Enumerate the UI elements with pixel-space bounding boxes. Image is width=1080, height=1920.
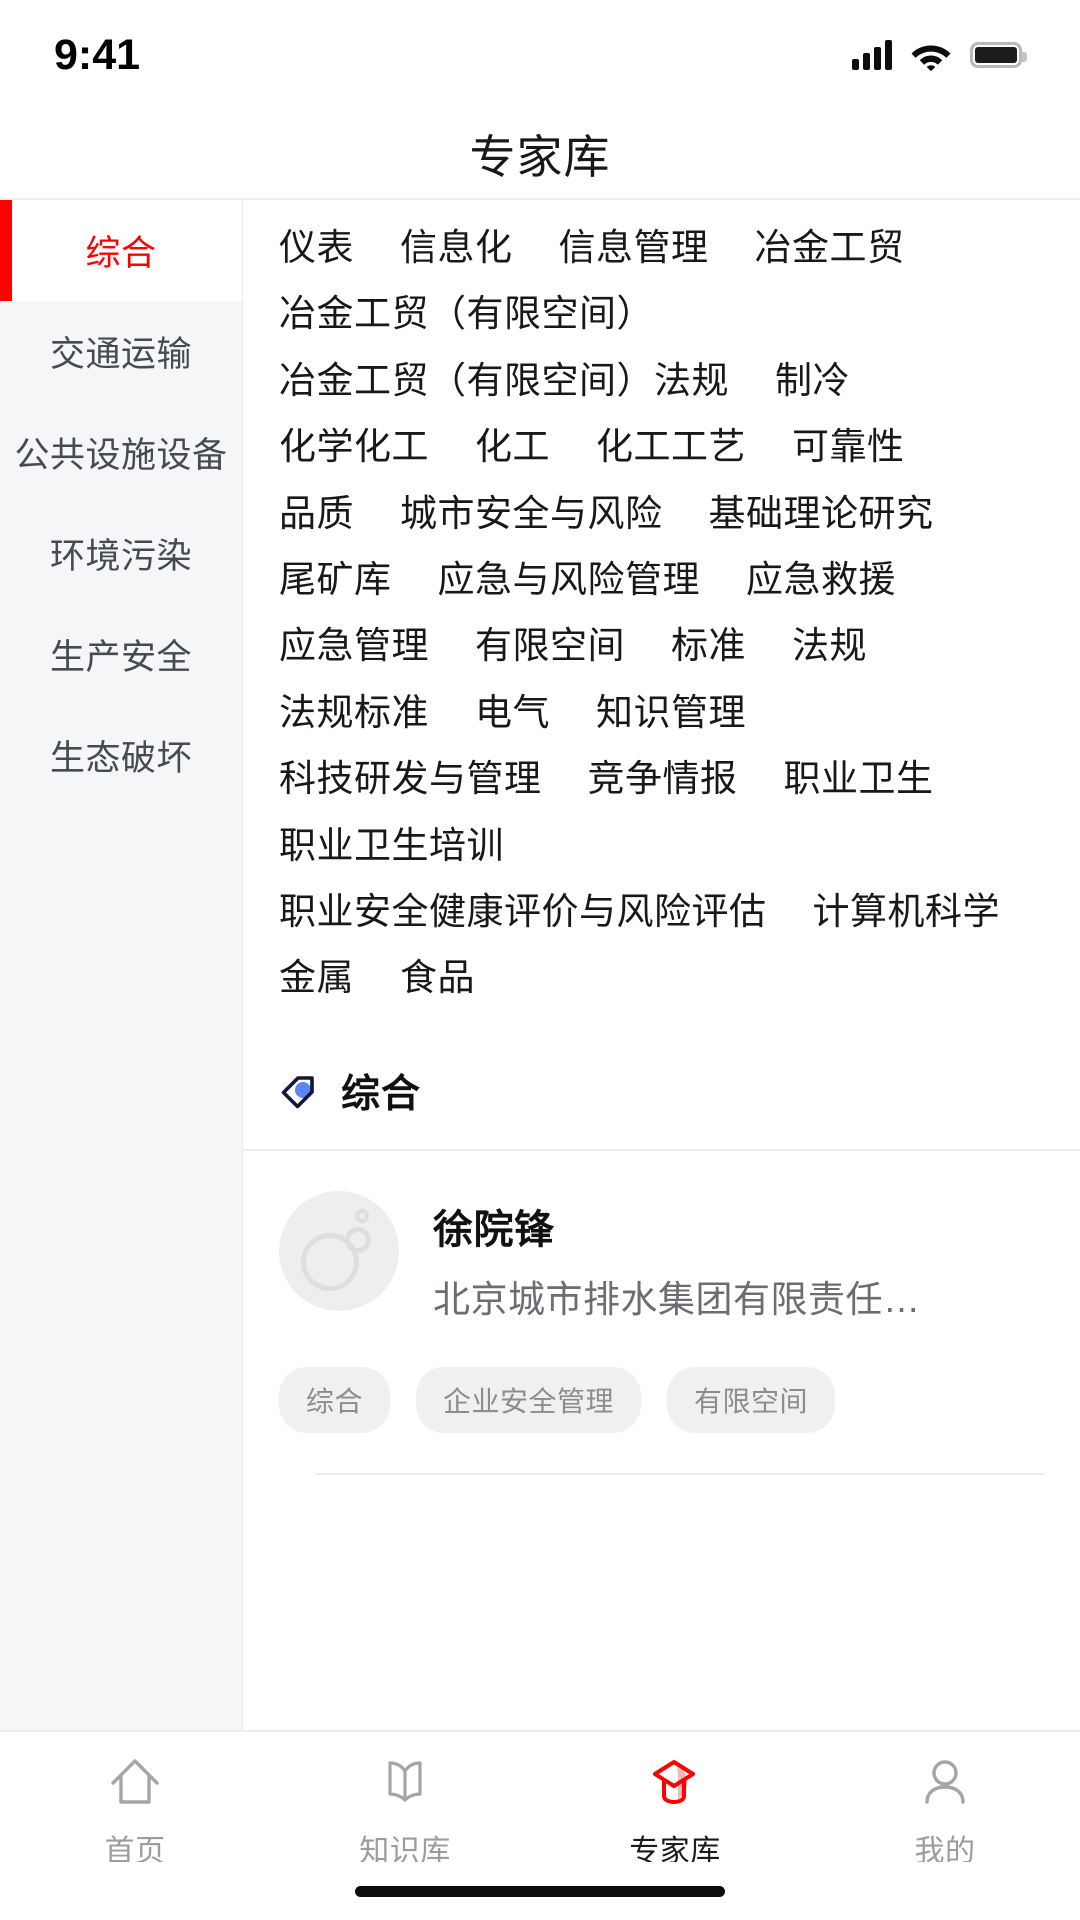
navigation-bar: 专家库: [0, 110, 1080, 200]
tag-chip[interactable]: 冶金工贸（有限空间）: [279, 292, 654, 336]
tag-row: 金属 食品: [279, 956, 1046, 1000]
tag-row: 品质 城市安全与风险 基础理论研究: [279, 492, 1046, 536]
tag-chip[interactable]: 冶金工贸（有限空间）法规: [279, 359, 729, 403]
tag-row: 冶金工贸（有限空间）法规 制冷: [279, 359, 1046, 403]
tag-chip[interactable]: 化工工艺: [596, 425, 746, 469]
tag-row: 职业卫生培训: [279, 824, 1046, 868]
sidebar-item-label: 生产安全: [49, 638, 192, 677]
category-sidebar[interactable]: 综合 交通运输 公共设施设备 环境污染 生产安全 生态破坏: [0, 200, 243, 1730]
sidebar-item-jiaotongyunshu[interactable]: 交通运输: [0, 301, 242, 402]
status-icons: [852, 39, 1027, 71]
sidebar-item-shengchananquan[interactable]: 生产安全: [0, 604, 242, 705]
tag-chip[interactable]: 标准: [671, 624, 746, 668]
content-area: 综合 交通运输 公共设施设备 环境污染 生产安全 生态破坏 仪表 信息化 信息管…: [0, 200, 1080, 1730]
tag-chip[interactable]: 食品: [400, 956, 475, 1000]
battery-full-icon: [970, 42, 1027, 68]
tag-chip[interactable]: 有限空间: [475, 624, 625, 668]
person-icon: [925, 1760, 965, 1804]
tag-chip[interactable]: 应急与风险管理: [438, 558, 701, 602]
expert-chip-list: 综合 企业安全管理 有限空间: [279, 1323, 1044, 1433]
tag-chip[interactable]: 应急救援: [746, 558, 896, 602]
tag-chip[interactable]: 可靠性: [792, 425, 905, 469]
tag-row: 尾矿库 应急与风险管理 应急救援: [279, 558, 1046, 602]
tag-chip[interactable]: 职业安全健康评价与风险评估: [279, 890, 767, 934]
tag-chip[interactable]: 冶金工贸: [755, 226, 905, 270]
tag-row: 应急管理 有限空间 标准 法规: [279, 624, 1046, 668]
tag-chip[interactable]: 职业卫生培训: [279, 824, 504, 868]
tag-chip[interactable]: 电气: [475, 691, 550, 735]
tag-chip[interactable]: 基础理论研究: [709, 492, 934, 536]
home-icon: [111, 1759, 159, 1804]
sidebar-item-label: 交通运输: [49, 335, 192, 374]
sidebar-item-gonggongsheshi[interactable]: 公共设施设备: [0, 402, 242, 503]
home-indicator-area: [0, 1862, 1080, 1920]
tag-chip[interactable]: 信息化: [400, 226, 513, 270]
tag-icon: [281, 1075, 314, 1108]
expert-chip[interactable]: 综合: [279, 1366, 391, 1433]
tag-cloud: 仪表 信息化 信息管理 冶金工贸 冶金工贸（有限空间） 冶金工贸（有限空间）法规…: [243, 200, 1080, 1019]
section-title: 综合: [341, 1072, 422, 1116]
home-indicator[interactable]: [355, 1885, 725, 1897]
sidebar-item-shengtaipohuai[interactable]: 生态破坏: [0, 705, 242, 806]
tag-chip[interactable]: 金属: [279, 956, 354, 1000]
status-time: 9:41: [54, 30, 141, 79]
cellular-signal-icon: [852, 40, 892, 70]
tag-row: 法规标准 电气 知识管理: [279, 691, 1046, 735]
tag-chip[interactable]: 法规标准: [279, 691, 429, 735]
wifi-icon: [911, 45, 951, 71]
app-screen: 9:41 专家库 综合 交通运输 公共设施设备 环境污染 生产安全 生态破坏 仪…: [0, 0, 1080, 1920]
tag-chip[interactable]: 城市安全与风险: [400, 492, 663, 536]
sidebar-item-label: 环境污染: [49, 537, 192, 576]
card-divider: [315, 1472, 1044, 1475]
tag-chip[interactable]: 科技研发与管理: [279, 757, 542, 801]
tag-row: 化学化工 化工 化工工艺 可靠性: [279, 425, 1046, 469]
tag-chip[interactable]: 化工: [475, 425, 550, 469]
tag-row: 仪表 信息化 信息管理 冶金工贸: [279, 226, 1046, 270]
tag-chip[interactable]: 应急管理: [279, 624, 429, 668]
tab-profile[interactable]: 我的: [810, 1754, 1080, 1870]
tag-chip[interactable]: 信息管理: [559, 226, 709, 270]
expert-chip[interactable]: 企业安全管理: [416, 1366, 642, 1433]
tag-chip[interactable]: 知识管理: [596, 691, 746, 735]
expert-row: 徐院锋 北京城市排水集团有限责任…: [279, 1190, 1044, 1323]
expert-chip[interactable]: 有限空间: [667, 1366, 836, 1433]
sidebar-item-label: 生态破坏: [49, 739, 192, 778]
main-panel: 仪表 信息化 信息管理 冶金工贸 冶金工贸（有限空间） 冶金工贸（有限空间）法规…: [243, 200, 1080, 1730]
tab-home[interactable]: 首页: [0, 1754, 270, 1870]
tab-expert-base[interactable]: 专家库: [540, 1754, 810, 1870]
avatar-placeholder-icon: [279, 1190, 399, 1311]
tag-chip[interactable]: 制冷: [775, 359, 850, 403]
tag-chip[interactable]: 法规: [792, 624, 867, 668]
tag-chip[interactable]: 计算机科学: [813, 890, 1001, 934]
sidebar-item-zonghe[interactable]: 综合: [0, 200, 242, 301]
tag-row: 职业安全健康评价与风险评估 计算机科学: [279, 890, 1046, 934]
tag-row: 冶金工贸（有限空间）: [279, 292, 1046, 336]
sidebar-item-label: 综合: [85, 234, 157, 273]
expert-info: 徐院锋 北京城市排水集团有限责任…: [433, 1191, 1044, 1323]
sidebar-item-label: 公共设施设备: [14, 436, 228, 475]
expert-card[interactable]: 徐院锋 北京城市排水集团有限责任… 综合 企业安全管理 有限空间: [243, 1151, 1080, 1475]
tag-chip[interactable]: 竞争情报: [588, 757, 738, 801]
tag-chip[interactable]: 品质: [279, 492, 354, 536]
tab-knowledge-base[interactable]: 知识库: [270, 1754, 540, 1870]
expert-name: 徐院锋: [433, 1207, 555, 1252]
tag-chip[interactable]: 职业卫生: [784, 757, 934, 801]
book-icon: [388, 1761, 422, 1802]
tag-chip[interactable]: 化学化工: [279, 425, 429, 469]
sidebar-item-huanjingwuran[interactable]: 环境污染: [0, 503, 242, 604]
tag-chip[interactable]: 仪表: [279, 226, 354, 270]
status-bar: 9:41: [0, 0, 1080, 110]
graduation-cap-icon: [653, 1760, 695, 1804]
expert-organization: 北京城市排水集团有限责任…: [433, 1278, 921, 1320]
page-title: 专家库: [469, 131, 611, 183]
tag-chip[interactable]: 尾矿库: [279, 558, 392, 602]
section-header: 综合: [243, 1019, 1080, 1151]
tag-row: 科技研发与管理 竞争情报 职业卫生: [279, 757, 1046, 801]
